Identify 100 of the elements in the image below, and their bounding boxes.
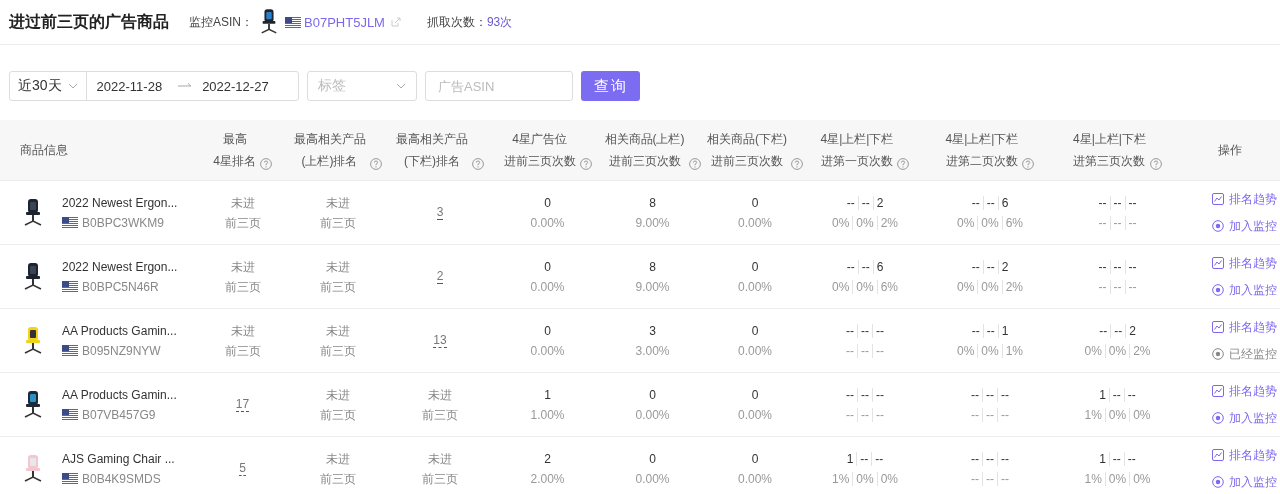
- asin-input[interactable]: 广告ASIN: [425, 71, 573, 101]
- product-name[interactable]: 2022 Newest Ergon...: [62, 259, 178, 274]
- product-name[interactable]: AA Products Gamin...: [62, 323, 177, 338]
- page-count: --: [997, 387, 1012, 402]
- trend-chart-icon: [1212, 449, 1224, 461]
- asin-link[interactable]: B07PHT5JLM: [304, 14, 385, 30]
- rank-value[interactable]: 13: [433, 333, 447, 348]
- page-percent: --: [997, 471, 1012, 486]
- count-percent: 9.00%: [635, 215, 670, 230]
- page-percent: 1%: [831, 471, 851, 486]
- column-header: 相关商品(下栏) 进前三页次数: [707, 131, 787, 170]
- rank-status: 未进 前三页: [422, 386, 458, 424]
- page-percent: 0%: [1104, 471, 1130, 486]
- page-percent: --: [1124, 215, 1140, 230]
- column-header: 相关商品(上栏) 进前三页次数: [604, 131, 685, 170]
- count-percent: 0.00%: [530, 279, 565, 294]
- page-percent: 2%: [1129, 343, 1154, 358]
- target-icon: [1212, 476, 1224, 488]
- count-percent: 0.00%: [738, 343, 772, 358]
- count-number: 1: [544, 387, 551, 402]
- page-percent: 0%: [876, 471, 901, 486]
- page-count: --: [857, 195, 873, 210]
- monitor-link[interactable]: 加入监控: [1212, 409, 1277, 427]
- count-label: 抓取次数：: [426, 13, 487, 31]
- page-count: --: [872, 323, 887, 338]
- rank-status: 未进 前三页: [319, 322, 356, 360]
- page-count: --: [997, 451, 1012, 466]
- product-name[interactable]: AA Products Gamin...: [62, 387, 177, 402]
- column-header: 4星|上栏|下栏 进第一页次数: [820, 131, 894, 170]
- column-header: 操作: [1218, 142, 1242, 159]
- rank-value[interactable]: 17: [235, 397, 250, 412]
- page-count: --: [970, 259, 981, 274]
- count-number: 0: [751, 195, 759, 210]
- count-number: 0: [649, 387, 656, 402]
- count-number: 8: [649, 195, 656, 210]
- page-count: --: [1097, 259, 1108, 274]
- count-percent: 0.00%: [738, 215, 772, 230]
- page-count: 2: [997, 259, 1012, 274]
- count-percent: 0.00%: [530, 343, 565, 358]
- rank-status: 未进 前三页: [224, 194, 261, 232]
- page-count: --: [1123, 387, 1139, 402]
- column-header: 最高相关产品 (下栏)排名: [396, 131, 468, 170]
- product-name[interactable]: AJS Gaming Chair ...: [62, 451, 175, 466]
- page-percent: 0%: [1104, 407, 1130, 422]
- count-percent: 0.00%: [530, 215, 565, 230]
- page-count: --: [857, 259, 873, 274]
- count-number: 0: [751, 387, 759, 402]
- page-percent: --: [1097, 279, 1108, 294]
- page-percent: 0%: [956, 343, 976, 358]
- count-number: 0: [751, 259, 759, 274]
- page-percent: 1%: [1083, 471, 1103, 486]
- count-number: 8: [649, 259, 656, 274]
- rank-value[interactable]: 3: [436, 205, 444, 220]
- page-percent: 0%: [831, 215, 851, 230]
- trend-chart-icon: [1212, 257, 1224, 269]
- target-icon: [1212, 348, 1224, 360]
- rank-trend-link[interactable]: 排名趋势: [1212, 446, 1277, 464]
- page-percent: --: [970, 407, 980, 422]
- target-icon: [1212, 220, 1224, 232]
- end-date: 2022-12-27: [201, 78, 270, 94]
- rank-trend-link[interactable]: 排名趋势: [1212, 318, 1277, 336]
- page-count: --: [982, 259, 998, 274]
- count-percent: 0.00%: [635, 407, 670, 422]
- page-percent: 0%: [956, 215, 976, 230]
- count-number: 0: [544, 195, 551, 210]
- range-select[interactable]: 近30天: [10, 71, 87, 101]
- count-number: 2: [544, 451, 551, 466]
- arrow-icon: [178, 83, 193, 89]
- rank-value[interactable]: 5: [239, 461, 246, 476]
- page-count: 1: [1098, 387, 1107, 402]
- page-percent: 0%: [977, 279, 1002, 294]
- flag-icon: [62, 473, 78, 484]
- query-button[interactable]: 查询: [581, 71, 640, 101]
- monitor-link[interactable]: 加入监控: [1212, 217, 1277, 235]
- monitor-link[interactable]: 加入监控: [1212, 281, 1277, 299]
- rank-trend-link[interactable]: 排名趋势: [1212, 254, 1277, 272]
- page-count: --: [982, 387, 997, 402]
- rank-trend-link[interactable]: 排名趋势: [1212, 190, 1277, 208]
- count-percent: 0.00%: [738, 279, 772, 294]
- page-count: --: [982, 451, 997, 466]
- page-percent: 0%: [956, 279, 976, 294]
- rank-trend-link[interactable]: 排名趋势: [1212, 382, 1277, 400]
- monitor-link[interactable]: 已经监控: [1212, 345, 1277, 363]
- page-percent: 0%: [852, 215, 877, 230]
- page-count: --: [845, 259, 856, 274]
- product-name[interactable]: 2022 Newest Ergon...: [62, 195, 178, 210]
- page-percent: --: [872, 407, 887, 422]
- rank-status: 未进 前三页: [422, 450, 458, 488]
- rank-value[interactable]: 2: [436, 269, 444, 284]
- page-percent: --: [845, 407, 855, 422]
- page-count: 2: [1125, 323, 1139, 338]
- page-count: --: [1123, 451, 1139, 466]
- page-percent: 0%: [1104, 343, 1130, 358]
- column-header: 最高 4星排名: [213, 131, 256, 170]
- page-count: 1: [997, 323, 1012, 338]
- page-percent: 0%: [852, 279, 877, 294]
- date-range-picker[interactable]: 近30天 2022-11-28 2022-12-27: [9, 71, 299, 101]
- monitor-link[interactable]: 加入监控: [1212, 473, 1277, 491]
- column-header: 4星|上栏|下栏 进第二页次数: [945, 131, 1019, 170]
- count-percent: 0.00%: [738, 471, 772, 486]
